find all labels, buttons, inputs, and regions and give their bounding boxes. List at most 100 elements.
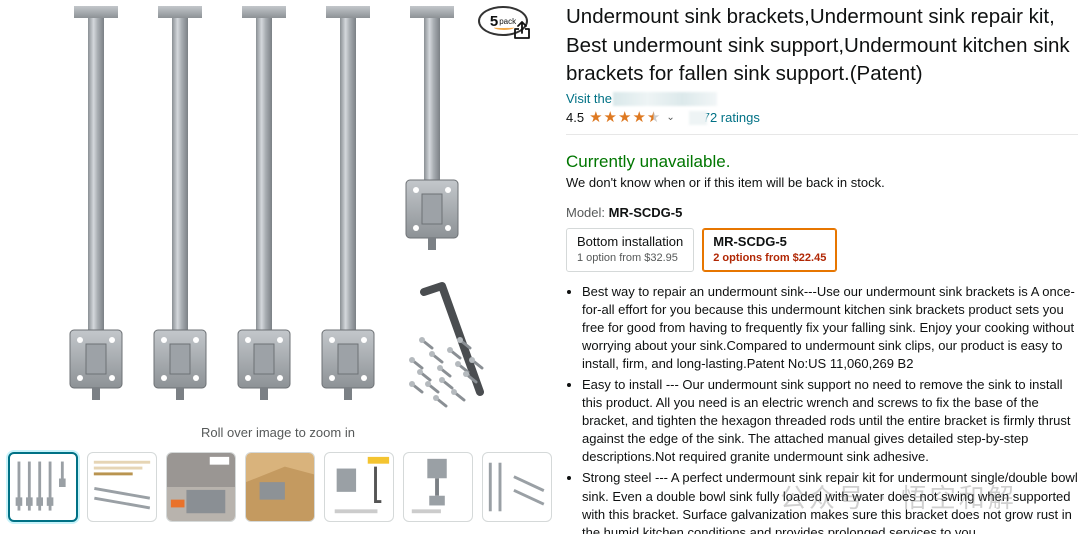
bracket-hole [329, 375, 335, 381]
bracket-hole [361, 337, 367, 343]
chevron-down-icon[interactable]: ⌄ [666, 112, 674, 123]
image-gallery: 5 pack Roll over image to zoom in [0, 0, 556, 534]
bracket-hole [245, 337, 251, 343]
model-value: MR-SCDG-5 [608, 204, 683, 220]
star-full-icon: ★ [617, 109, 632, 126]
bracket-hole [77, 375, 83, 381]
option-mr-scdg-5[interactable]: MR-SCDG-5 2 options from $22.45 [702, 227, 838, 272]
bracket-top-plate-4 [326, 6, 370, 18]
allen-key-thumbnail-icon [334, 456, 390, 514]
bracket-hole [161, 375, 167, 381]
model-options: Bottom installation 1 option from $32.95… [566, 227, 1076, 272]
thumb-before-after[interactable] [166, 452, 236, 522]
blurred-digit [689, 110, 707, 125]
thumb-size-diagram[interactable] [482, 452, 552, 522]
screw-head [425, 381, 431, 387]
bracket-hole [445, 187, 451, 193]
bracket-sleeve-3 [253, 343, 275, 375]
turnbuckle-thumbnail-icon [411, 458, 447, 514]
bracket-sleeve-1 [85, 343, 107, 375]
screw-head [409, 381, 415, 387]
screw-head [429, 351, 435, 357]
star-full-icon: ★ [603, 109, 617, 126]
bracket-hole [109, 375, 115, 381]
thumb-cabinet[interactable] [245, 452, 315, 522]
share-button[interactable] [508, 16, 536, 44]
option-name: Bottom installation [577, 233, 684, 249]
option-bottom-installation[interactable]: Bottom installation 1 option from $32.95 [566, 227, 695, 272]
stock-note: We don't know when or if this item will … [566, 174, 885, 190]
rating-value: 4.5 [566, 110, 585, 125]
bracket-rod-5 [424, 18, 440, 200]
bracket-nut-4 [344, 388, 352, 400]
product-title: Undermount sink brackets,Undermount sink… [566, 5, 1070, 85]
store-link[interactable]: Visit the [566, 91, 1076, 107]
divider [566, 133, 1078, 135]
bracket-hole [193, 375, 199, 381]
bracket-nut-1 [92, 388, 100, 400]
allen-key-icon [420, 282, 484, 396]
star-half-icon: ★ [646, 109, 661, 126]
bracket-top-plate-1 [74, 6, 118, 18]
thumb-turnbuckle[interactable] [403, 452, 473, 522]
bracket-hole [413, 187, 419, 193]
main-product-image[interactable]: 5 pack [40, 0, 540, 420]
blurred-store-name [613, 91, 717, 106]
feature-bullet: Best way to repair an undermount sink---… [582, 283, 1078, 373]
cabinet-thumbnail-icon [246, 453, 314, 521]
bracket-hole [413, 225, 419, 231]
thumb-allen-key[interactable] [324, 452, 394, 522]
thumbnail-strip [8, 452, 552, 522]
brackets-thumbnail-icon [15, 461, 66, 511]
before-after-thumbnail-icon [167, 453, 235, 521]
bracket-rod-2 [172, 18, 188, 340]
bracket-hole [277, 337, 283, 343]
bracket-sleeve-4 [337, 343, 359, 375]
bracket-hole [245, 375, 251, 381]
screw-head [419, 337, 425, 343]
screw-head [447, 347, 453, 353]
bracket-nut-2 [176, 388, 184, 400]
option-price: 2 options from $22.45 [713, 251, 827, 264]
bracket-rod-4 [340, 18, 356, 340]
ratings-count-link[interactable]: 72 ratings [703, 110, 760, 125]
bracket-nut-3 [260, 388, 268, 400]
feature-bullets: Best way to repair an undermount sink---… [566, 283, 1078, 534]
bracket-hole [277, 375, 283, 381]
bracket-top-plate-2 [158, 6, 202, 18]
thumb-dimensions[interactable] [87, 452, 157, 522]
brackets-illustration [69, 6, 484, 408]
thumb-main-brackets[interactable] [8, 452, 78, 522]
star-full-icon: ★ [632, 109, 646, 126]
star-full-icon: ★ [589, 109, 603, 126]
zoom-hint-text: Roll over image to zoom in [201, 425, 355, 440]
screw-head [457, 337, 463, 343]
bracket-hole [109, 337, 115, 343]
option-name: MR-SCDG-5 [713, 233, 787, 249]
feature-bullet: Easy to install --- Our undermount sink … [582, 376, 1078, 466]
bracket-nut-5 [428, 238, 436, 250]
screw-head [451, 389, 457, 395]
screw-head [433, 395, 439, 401]
screw-head [455, 361, 461, 367]
share-icon [514, 21, 530, 39]
screw-head [439, 377, 445, 383]
bracket-hole [161, 337, 167, 343]
product-details: Undermount sink brackets,Undermount sink… [566, 0, 1078, 534]
bracket-rod-3 [256, 18, 272, 340]
bracket-hole [77, 337, 83, 343]
store-link-prefix[interactable]: Visit the [566, 91, 612, 106]
bracket-top-plate-5 [410, 6, 454, 18]
model-label: Model: MR-SCDG-5 [566, 205, 1076, 221]
star-rating[interactable]: ★ ★ ★ ★ ★ [589, 110, 660, 125]
option-price: 1 option from $32.95 [577, 251, 678, 264]
bracket-top-plate-3 [242, 6, 286, 18]
bracket-hole [361, 375, 367, 381]
model-key: Model: [566, 204, 606, 220]
bracket-hole [193, 337, 199, 343]
screw-head [409, 357, 415, 363]
screw-head [463, 371, 469, 377]
screw-head [469, 357, 475, 363]
feature-bullet: Strong steel --- A perfect undermount si… [582, 469, 1078, 534]
screw-head [437, 365, 443, 371]
